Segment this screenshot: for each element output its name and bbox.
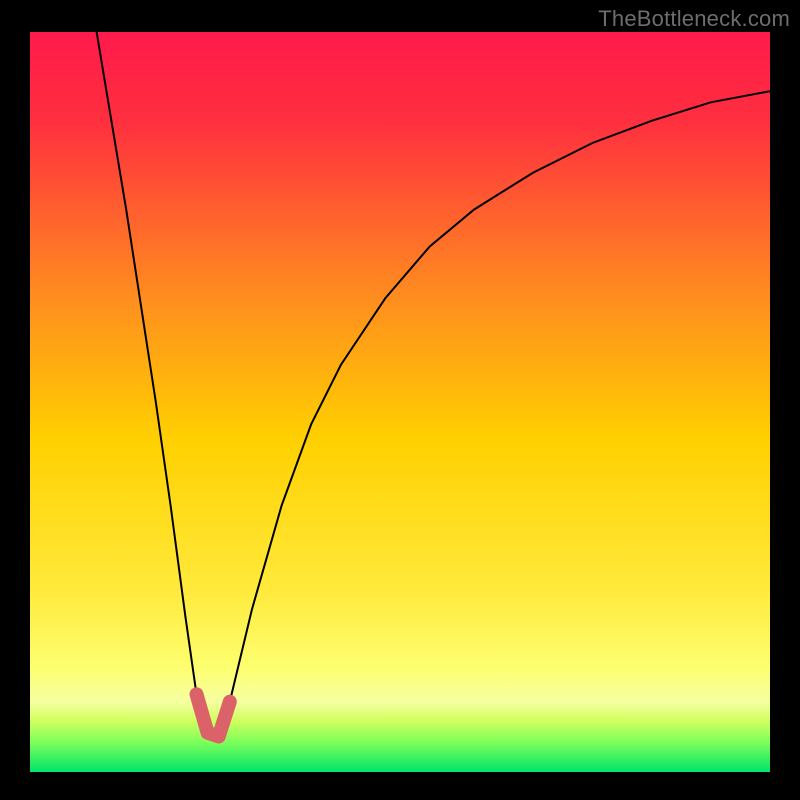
watermark-text: TheBottleneck.com — [598, 6, 790, 32]
gradient-background — [30, 32, 770, 772]
bottleneck-chart — [30, 32, 770, 772]
chart-frame — [30, 32, 770, 772]
